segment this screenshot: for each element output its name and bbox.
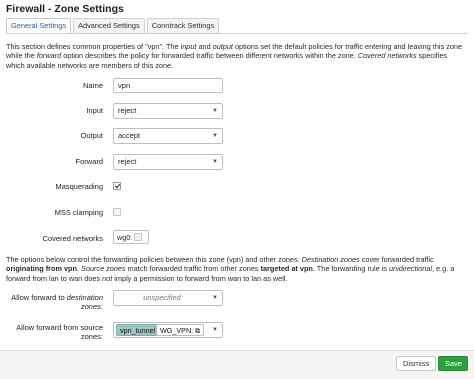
input-policy-value: reject <box>118 106 137 115</box>
tab-general-settings[interactable]: General Settings <box>6 18 72 33</box>
dismiss-button[interactable]: Dismiss <box>396 356 436 371</box>
save-button[interactable]: Save <box>438 356 468 371</box>
input-policy-label: Input <box>86 106 103 115</box>
forward-policy-label: Forward <box>75 157 103 166</box>
network-interface-icon: ⧉ <box>195 326 201 335</box>
forwarding-description: The options below control the forwarding… <box>6 255 455 283</box>
destination-zones-placeholder: unspecified <box>143 293 181 302</box>
forward-policy-select[interactable]: reject ▼ <box>113 154 223 170</box>
masquerading-checkbox[interactable] <box>113 182 121 190</box>
chevron-down-icon: ▼ <box>212 108 218 114</box>
tab-divider <box>6 33 468 34</box>
zone-chip-vpn-tunnel[interactable]: vpn_tunnel <box>116 324 160 336</box>
mss-clamping-checkbox[interactable] <box>113 208 121 216</box>
forward-policy-value: reject <box>118 157 137 166</box>
allow-forward-from-label: Allow forward from source zones: <box>16 323 103 341</box>
chevron-down-icon: ▼ <box>212 159 218 165</box>
name-input[interactable]: vpn <box>113 78 223 93</box>
output-policy-label: Output <box>80 131 103 140</box>
page-title: Firewall - Zone Settings <box>6 3 124 15</box>
chevron-down-icon: ▼ <box>212 295 218 301</box>
masquerading-label: Masquerading <box>55 182 103 191</box>
output-policy-select[interactable]: accept ▼ <box>113 128 223 144</box>
tab-bar: General Settings Advanced Settings Connt… <box>6 18 220 33</box>
zone-chip-wg-vpn-label: WG_VPN: <box>160 326 194 335</box>
destination-zones-select[interactable]: unspecified ▼ <box>113 290 223 306</box>
mss-clamping-label: MSS clamping <box>54 208 103 217</box>
input-policy-select[interactable]: reject ▼ <box>113 103 223 119</box>
covered-network-value: wg0: <box>117 232 133 242</box>
network-interface-icon <box>134 233 143 241</box>
source-zones-select[interactable]: vpn_tunnel WG_VPN: ⧉ ▼ <box>113 322 223 338</box>
chevron-down-icon: ▼ <box>212 327 218 333</box>
chevron-down-icon: ▼ <box>212 133 218 139</box>
zone-chip-wg-vpn[interactable]: WG_VPN: ⧉ <box>156 324 205 336</box>
output-policy-value: accept <box>118 131 141 140</box>
covered-networks-label: Covered networks <box>42 234 103 243</box>
name-label: Name <box>82 81 103 90</box>
tab-conntrack-settings[interactable]: Conntrack Settings <box>146 18 220 33</box>
tab-advanced-settings[interactable]: Advanced Settings <box>73 18 145 33</box>
zone-description: This section defines common properties o… <box>6 42 462 70</box>
covered-networks-select[interactable]: wg0: <box>113 230 149 244</box>
allow-forward-to-label: Allow forward to destination zones: <box>11 293 103 311</box>
